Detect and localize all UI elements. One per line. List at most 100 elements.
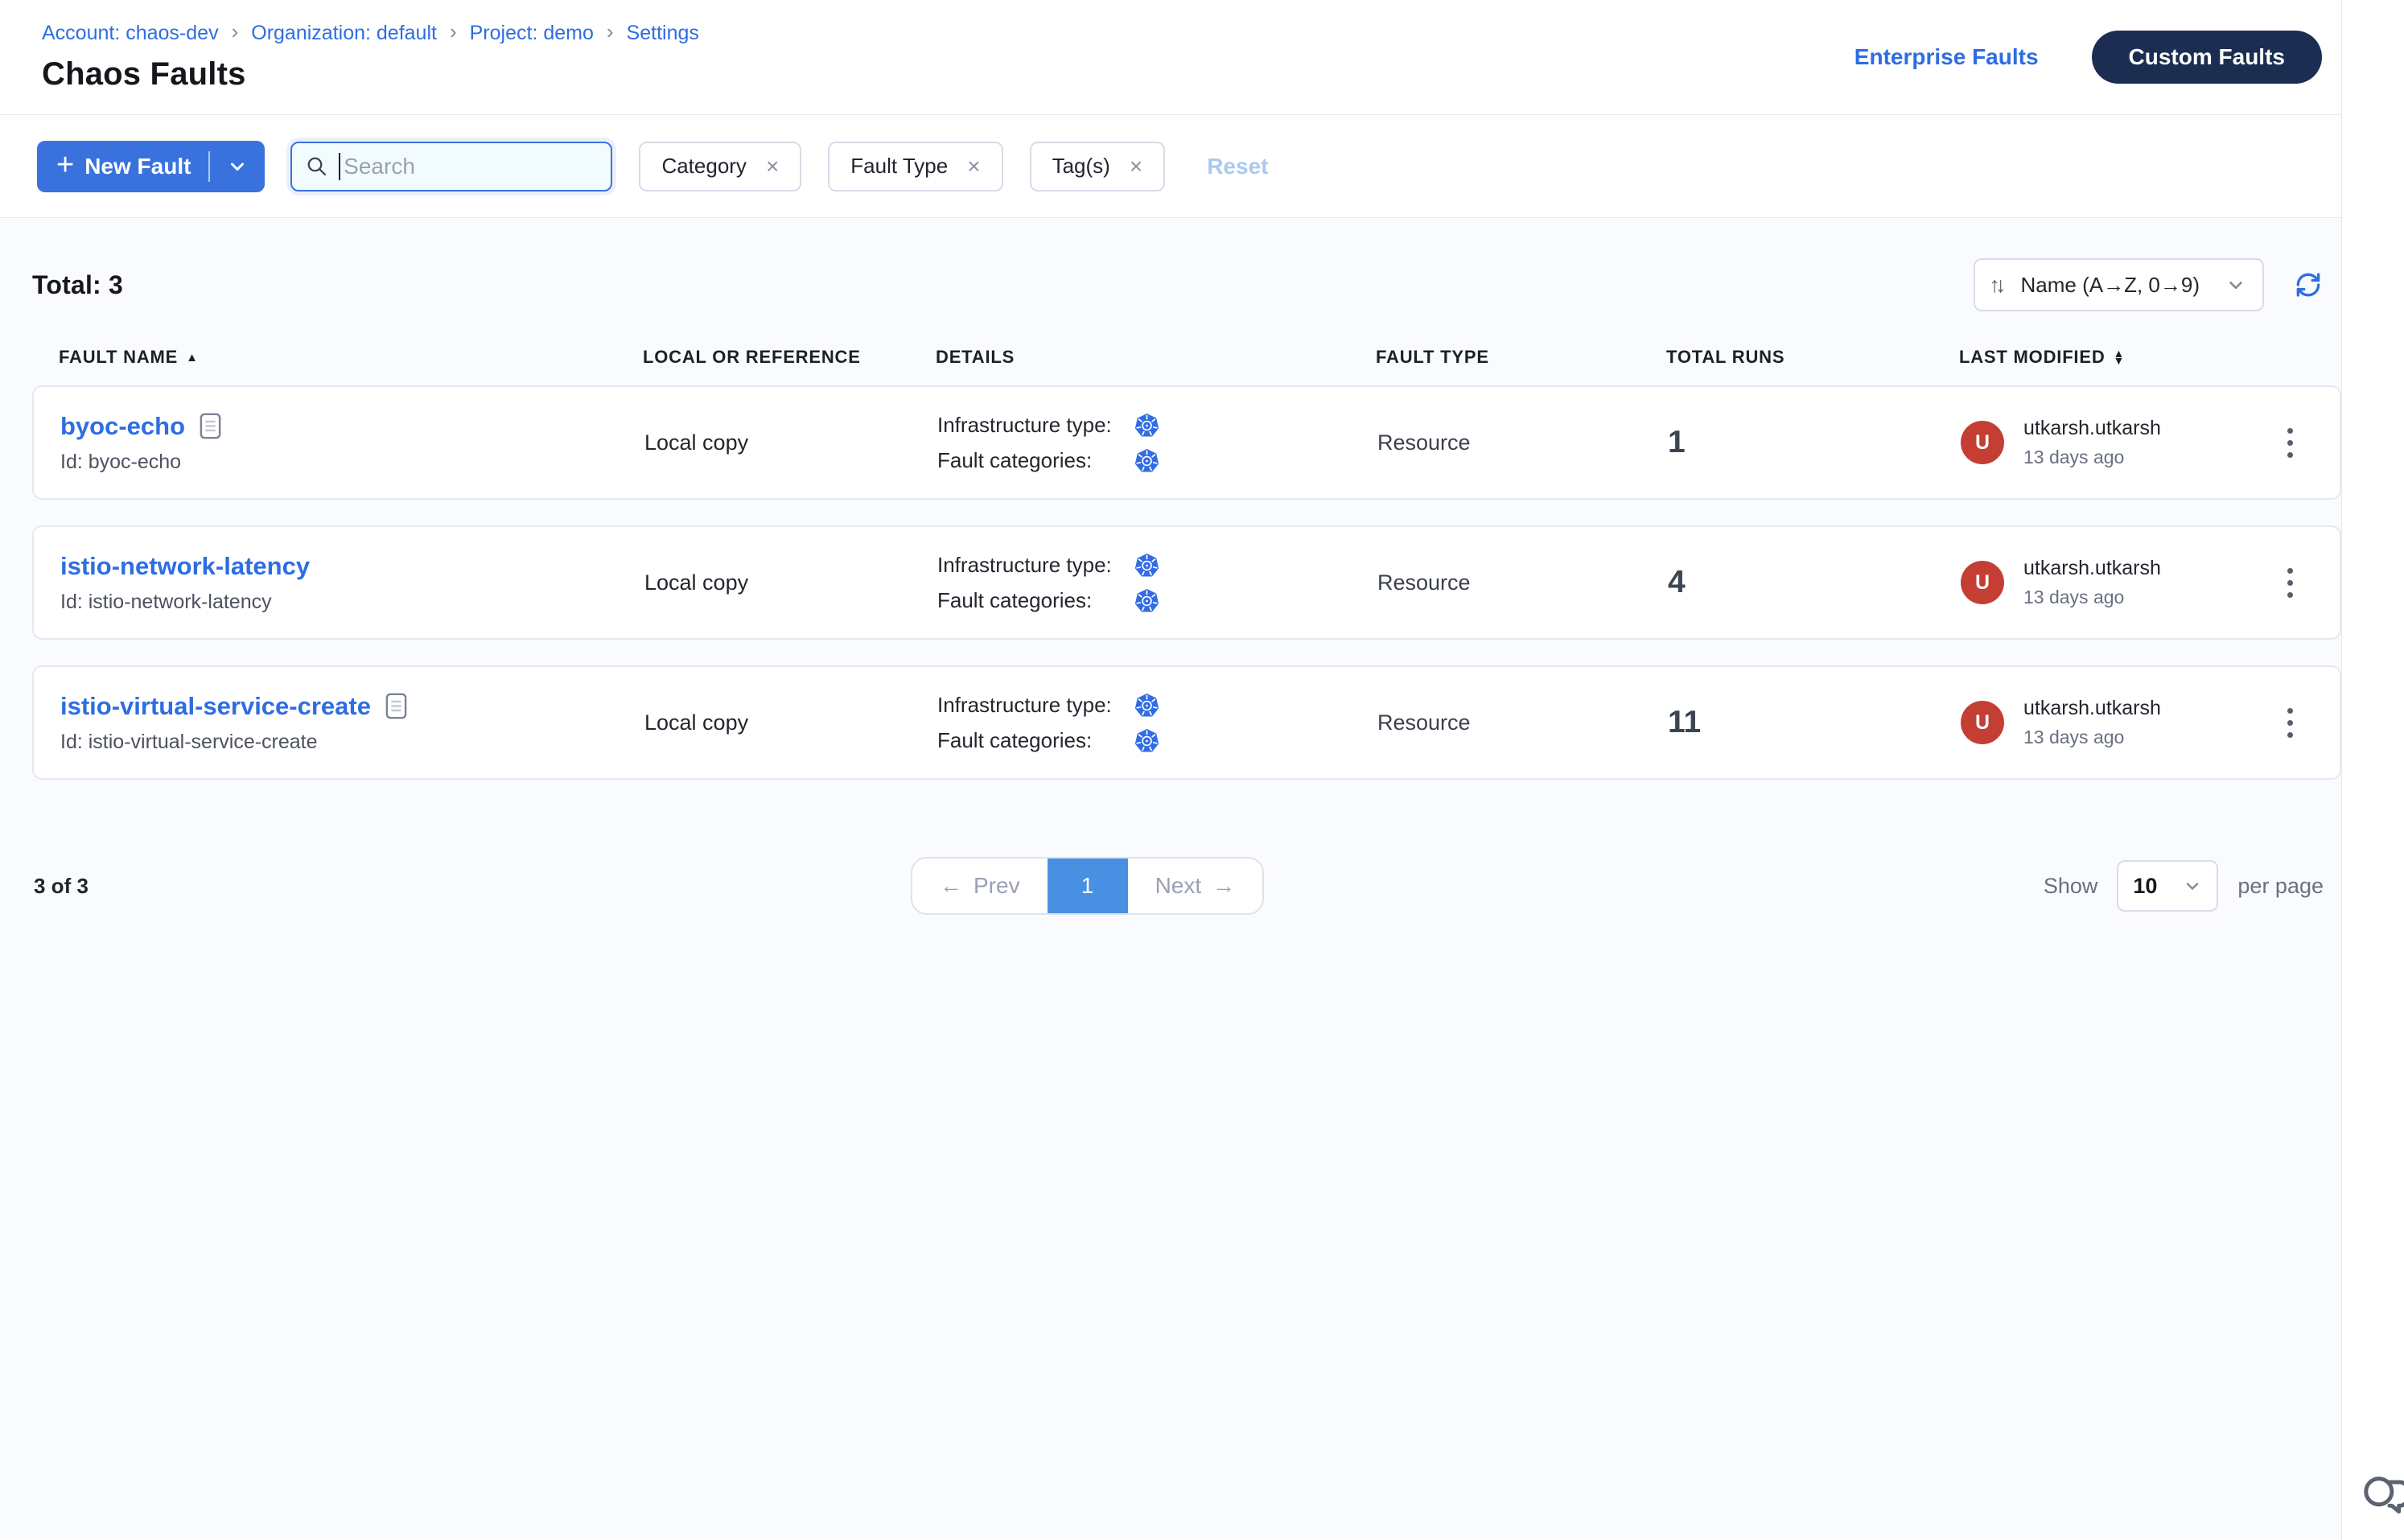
page-header: Account: chaos-dev › Organization: defau… (0, 0, 2341, 115)
fault-name-link[interactable]: istio-virtual-service-create (60, 692, 371, 721)
local-or-reference-value: Local copy (644, 570, 937, 595)
close-icon[interactable]: × (967, 155, 980, 178)
fault-id: Id: byoc-echo (60, 451, 644, 474)
avatar: U (1961, 701, 2004, 744)
new-fault-button[interactable]: + New Fault (37, 141, 265, 192)
list-controls: ↑↓ Name (A→Z, 0→9) (1974, 258, 2324, 311)
row-menu-button[interactable] (2266, 420, 2314, 466)
right-rail (2341, 0, 2404, 1540)
last-modified-cell: U utkarsh.utkarsh 13 days ago (1961, 417, 2251, 468)
next-page-button[interactable]: Next → (1128, 859, 1263, 913)
modified-by-user: utkarsh.utkarsh (2023, 697, 2161, 720)
custom-faults-button[interactable]: Custom Faults (2092, 31, 2322, 84)
fault-row: byoc-echo Id: byoc-echo Local copy Infra… (32, 385, 2341, 500)
fault-categories-label: Fault categories: (937, 728, 1134, 753)
filter-chip-category[interactable]: Category × (639, 142, 801, 191)
avatar: U (1961, 561, 2004, 604)
document-icon[interactable] (200, 413, 221, 439)
sort-ascending-icon: ▲ (186, 351, 199, 364)
header-actions: Enterprise Faults Custom Faults (1854, 31, 2322, 84)
fault-name-cell: istio-network-latency Id: istio-network-… (60, 552, 644, 614)
page-1-button[interactable]: 1 (1048, 859, 1128, 913)
refresh-icon[interactable] (2293, 270, 2324, 300)
fault-categories-label: Fault categories: (937, 588, 1134, 613)
kubernetes-icon[interactable] (1134, 588, 1159, 613)
row-menu-button[interactable] (2266, 700, 2314, 746)
pagination: 3 of 3 ← Prev 1 Next → Show 10 (32, 857, 2341, 915)
page-size-dropdown[interactable]: 10 (2117, 860, 2218, 912)
text-caret (339, 153, 340, 180)
toolbar: + New Fault Category × Fault Type × (0, 115, 2341, 218)
fault-name-link[interactable]: istio-network-latency (60, 552, 310, 581)
sort-both-icon: ▲▼ (2114, 350, 2126, 364)
plus-icon: + (56, 150, 74, 183)
fault-categories-label: Fault categories: (937, 448, 1134, 473)
avatar: U (1961, 421, 2004, 464)
modified-time: 13 days ago (2023, 447, 2161, 468)
column-details: DETAILS (936, 347, 1376, 368)
local-or-reference-value: Local copy (644, 710, 937, 735)
modified-by-user: utkarsh.utkarsh (2023, 417, 2161, 440)
reset-filters-button[interactable]: Reset (1207, 154, 1268, 179)
breadcrumb-separator-icon: › (450, 21, 457, 45)
main-area: Account: chaos-dev › Organization: defau… (0, 0, 2341, 1540)
pagination-summary: 3 of 3 (34, 874, 89, 899)
sort-value: Name (A→Z, 0→9) (2021, 273, 2200, 298)
infrastructure-type-label: Infrastructure type: (937, 413, 1134, 438)
kubernetes-icon[interactable] (1134, 413, 1159, 438)
fault-row: istio-virtual-service-create Id: istio-v… (32, 665, 2341, 780)
search-input[interactable] (344, 154, 598, 179)
breadcrumb-account[interactable]: Account: chaos-dev (42, 22, 219, 45)
breadcrumb-settings[interactable]: Settings (627, 22, 699, 45)
column-fault-name[interactable]: FAULT NAME ▲ (59, 347, 643, 368)
total-count: Total: 3 (32, 270, 123, 300)
prev-page-button[interactable]: ← Prev (912, 859, 1048, 913)
fault-name-link[interactable]: byoc-echo (60, 412, 185, 441)
row-menu-button[interactable] (2266, 560, 2314, 606)
fault-name-cell: istio-virtual-service-create Id: istio-v… (60, 692, 644, 754)
page-size-value: 10 (2133, 874, 2157, 899)
sort-dropdown[interactable]: ↑↓ Name (A→Z, 0→9) (1974, 258, 2265, 311)
last-modified-cell: U utkarsh.utkarsh 13 days ago (1961, 557, 2251, 608)
document-icon[interactable] (385, 693, 407, 719)
close-icon[interactable]: × (1130, 155, 1142, 178)
page-size-controls: Show 10 per page (2044, 860, 2324, 912)
infrastructure-type-label: Infrastructure type: (937, 693, 1134, 718)
arrow-right-icon: → (1212, 873, 1235, 899)
help-chat-icon[interactable] (2359, 1472, 2404, 1532)
enterprise-faults-link[interactable]: Enterprise Faults (1854, 44, 2039, 70)
search-box[interactable] (290, 142, 612, 191)
kubernetes-icon[interactable] (1134, 728, 1159, 753)
total-runs-value: 11 (1668, 705, 1961, 740)
fault-type-value: Resource (1377, 710, 1668, 735)
breadcrumb-project[interactable]: Project: demo (470, 22, 594, 45)
kubernetes-icon[interactable] (1134, 553, 1159, 578)
chevron-down-icon (2183, 876, 2202, 896)
table-header: FAULT NAME ▲ LOCAL OR REFERENCE DETAILS … (32, 347, 2341, 368)
column-fault-type: FAULT TYPE (1376, 347, 1666, 368)
filter-chip-tags[interactable]: Tag(s) × (1030, 142, 1166, 191)
arrow-left-icon: ← (940, 873, 962, 899)
fault-name-cell: byoc-echo Id: byoc-echo (60, 412, 644, 474)
details-cell: Infrastructure type: (937, 693, 1377, 753)
button-divider (208, 151, 210, 182)
column-last-modified[interactable]: LAST MODIFIED ▲▼ (1959, 347, 2253, 368)
details-cell: Infrastructure type: (937, 413, 1377, 473)
kubernetes-icon[interactable] (1134, 448, 1159, 473)
per-page-label: per page (2237, 874, 2324, 899)
local-or-reference-value: Local copy (644, 430, 937, 455)
breadcrumb-organization[interactable]: Organization: default (251, 22, 437, 45)
last-modified-cell: U utkarsh.utkarsh 13 days ago (1961, 697, 2251, 748)
search-icon (305, 154, 329, 179)
pagination-controls: ← Prev 1 Next → (911, 857, 1264, 915)
new-fault-label: New Fault (84, 154, 191, 179)
breadcrumb-separator-icon: › (232, 21, 239, 45)
totals-row: Total: 3 ↑↓ Name (A→Z, 0→9) (32, 218, 2341, 311)
chevron-down-icon[interactable] (223, 152, 252, 181)
fault-row: istio-network-latency Id: istio-network-… (32, 525, 2341, 640)
kubernetes-icon[interactable] (1134, 693, 1159, 718)
modified-time: 13 days ago (2023, 727, 2161, 748)
filter-chip-fault-type[interactable]: Fault Type × (828, 142, 1002, 191)
modified-by-user: utkarsh.utkarsh (2023, 557, 2161, 580)
close-icon[interactable]: × (766, 155, 779, 178)
